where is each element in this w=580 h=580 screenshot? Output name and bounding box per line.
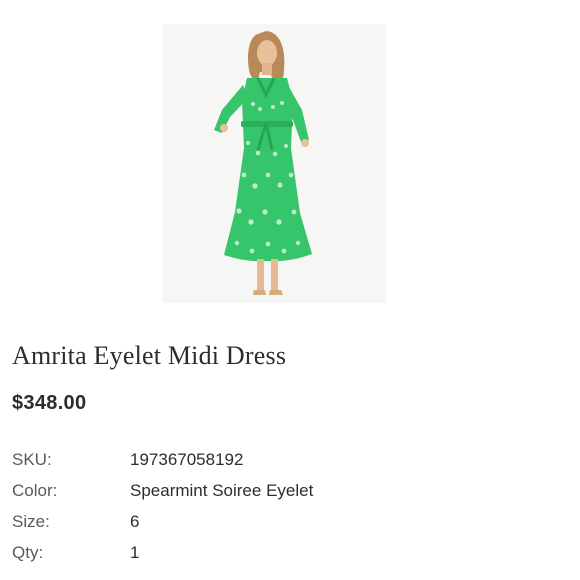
product-price: $348.00 xyxy=(12,392,87,414)
size-value: 6 xyxy=(130,511,140,531)
detail-row-qty: Qty: 1 xyxy=(12,537,572,568)
color-label: Color: xyxy=(12,480,58,500)
sku-value: 197367058192 xyxy=(130,449,244,469)
product-title: Amrita Eyelet Midi Dress xyxy=(12,341,287,370)
product-image xyxy=(162,24,386,303)
qty-label: Qty: xyxy=(12,542,44,562)
detail-row-size: Size: 6 xyxy=(12,506,572,537)
detail-row-sku: SKU: 197367058192 xyxy=(12,444,572,475)
sku-label: SKU: xyxy=(12,449,52,469)
size-label: Size: xyxy=(12,511,50,531)
color-value: Spearmint Soiree Eyelet xyxy=(130,480,314,500)
qty-value: 1 xyxy=(130,542,140,562)
product-details: SKU: 197367058192 Color: Spearmint Soire… xyxy=(12,444,572,568)
detail-row-color: Color: Spearmint Soiree Eyelet xyxy=(12,475,572,506)
